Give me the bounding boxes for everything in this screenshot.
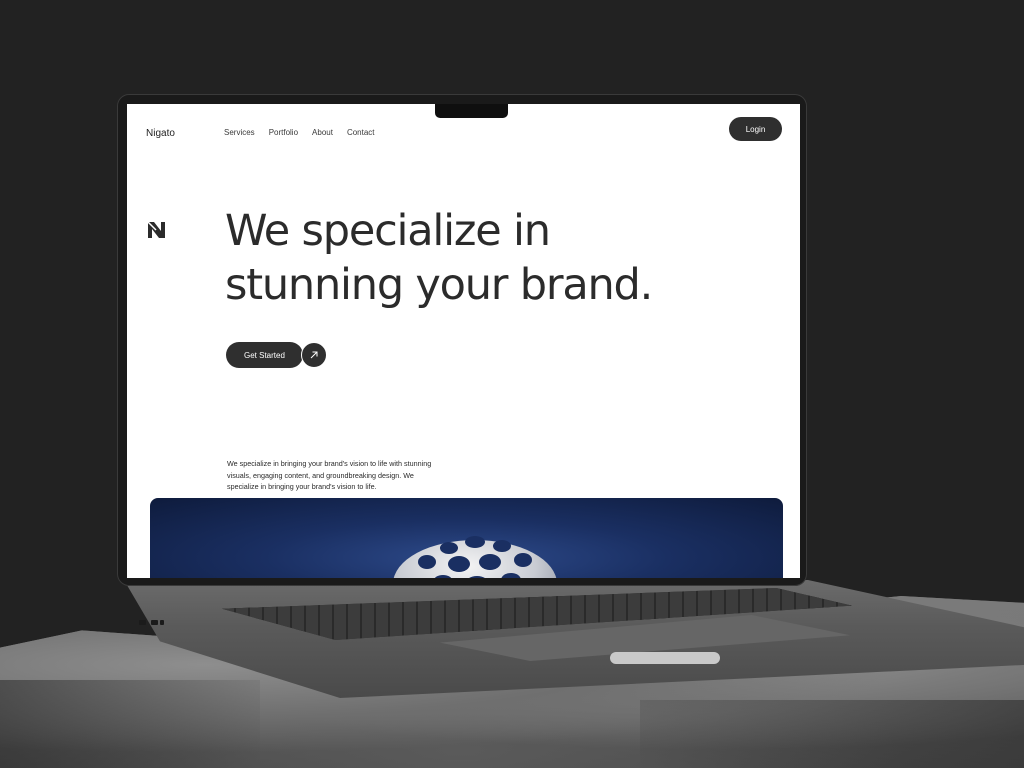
login-button[interactable]: Login [729, 117, 782, 141]
camera-notch [435, 104, 508, 118]
hero-title-line-1: We specialize in [225, 206, 551, 256]
hero-media-card [150, 498, 783, 578]
hero-title: We specialize in stunning your brand. [225, 204, 695, 312]
n-logo-icon [147, 221, 165, 238]
usb-port [151, 620, 158, 625]
nav-item-portfolio[interactable]: Portfolio [269, 128, 298, 137]
laptop-front-lip [610, 652, 720, 664]
laptop-screen: Nigato Services Portfolio About Contact … [127, 104, 800, 578]
nav-item-services[interactable]: Services [224, 128, 255, 137]
site-brand[interactable]: Nigato [146, 128, 175, 139]
arrow-up-right-icon[interactable] [300, 342, 327, 368]
rock-shadow [640, 700, 1024, 768]
lattice-sphere-image [393, 536, 557, 578]
usb-port [139, 620, 146, 625]
audio-port [160, 620, 164, 625]
get-started-button[interactable]: Get Started [226, 342, 303, 368]
cta-group: Get Started [226, 342, 327, 368]
hero-title-line-2: stunning your brand. [225, 260, 653, 310]
nav-item-contact[interactable]: Contact [347, 128, 375, 137]
hero-description: We specialize in bringing your brand's v… [227, 459, 432, 491]
rock-shadow [0, 680, 260, 768]
nav-item-about[interactable]: About [312, 128, 333, 137]
site-nav: Services Portfolio About Contact [224, 128, 375, 137]
